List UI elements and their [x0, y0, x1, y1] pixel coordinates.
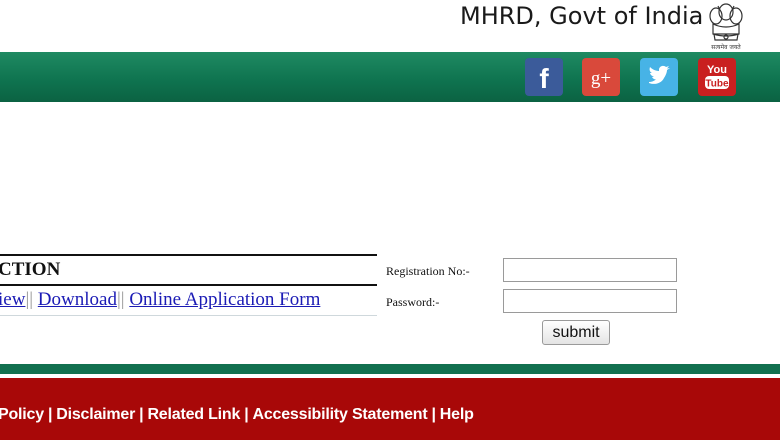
- section-title: CTION: [0, 259, 61, 280]
- svg-text:g+: g+: [591, 68, 611, 89]
- download-link[interactable]: Download: [38, 289, 117, 310]
- svg-text:Tube: Tube: [705, 79, 729, 90]
- youtube-icon[interactable]: You Tube: [698, 58, 736, 96]
- disclaimer-link[interactable]: Disclaimer: [56, 406, 135, 423]
- online-application-form-link[interactable]: Online Application Form: [129, 289, 320, 310]
- registration-label: Registration No:-: [386, 264, 470, 278]
- help-link[interactable]: Help: [440, 406, 474, 423]
- facebook-icon[interactable]: f: [525, 58, 563, 96]
- policy-link[interactable]: Policy: [0, 406, 44, 423]
- footer-green-band: [0, 364, 780, 374]
- twitter-icon[interactable]: [640, 58, 678, 96]
- registration-input[interactable]: [503, 258, 677, 282]
- link-separator: ||: [25, 289, 34, 310]
- ministry-title: MHRD, Govt of India: [460, 2, 704, 30]
- section-top-rule: [0, 254, 377, 256]
- section-links: iew|| Download|| Online Application Form: [0, 289, 320, 311]
- svg-text:You: You: [707, 64, 727, 76]
- section-mid-rule: [0, 284, 377, 286]
- link-separator: ||: [116, 289, 125, 310]
- emblem-caption: सत्यमेव जयते: [711, 43, 741, 51]
- section-bottom-rule: [0, 315, 377, 316]
- accessibility-statement-link[interactable]: Accessibility Statement: [252, 406, 427, 423]
- password-input[interactable]: [503, 289, 677, 313]
- footer-links: Policy | Disclaimer | Related Link | Accessibi…: [0, 406, 474, 423]
- svg-text:f: f: [539, 63, 549, 94]
- related-link-link[interactable]: Related Link: [147, 406, 240, 423]
- password-label: Password:-: [386, 295, 440, 309]
- submit-button[interactable]: submit: [542, 320, 610, 345]
- google-plus-icon[interactable]: g+: [582, 58, 620, 96]
- view-link[interactable]: iew: [0, 289, 25, 310]
- national-emblem-icon: सत्यमेव जयते: [709, 3, 743, 51]
